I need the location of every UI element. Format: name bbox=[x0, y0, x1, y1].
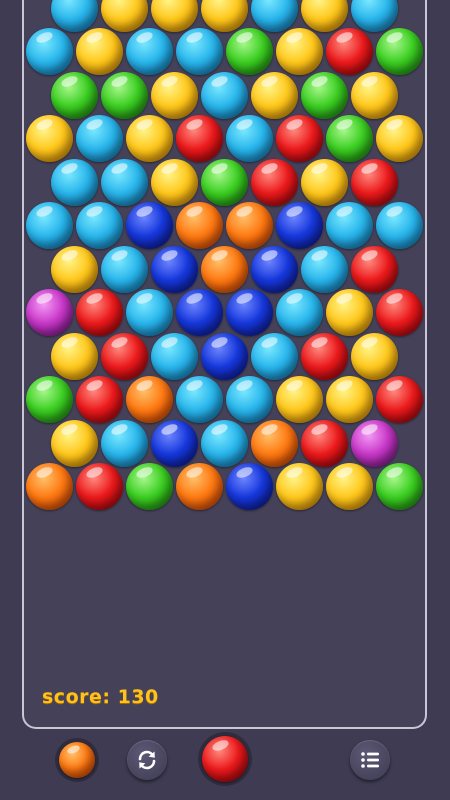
bubble-red bbox=[75, 376, 123, 423]
bubble-blue bbox=[125, 28, 173, 75]
bubble-navy bbox=[125, 202, 173, 249]
bubble-navy bbox=[225, 463, 273, 510]
bubble-orange bbox=[200, 245, 248, 293]
bubble-green bbox=[225, 28, 273, 75]
bubble-blue bbox=[275, 289, 323, 336]
bubble-blue bbox=[250, 332, 298, 380]
bubble-yellow bbox=[150, 71, 198, 119]
bubble-green bbox=[25, 376, 73, 423]
bubble-red bbox=[175, 115, 223, 162]
bubble-orange bbox=[125, 376, 173, 423]
bubble-yellow bbox=[200, 0, 248, 32]
bubble-green bbox=[300, 71, 348, 119]
bubble-orange bbox=[250, 419, 298, 467]
bubble-blue bbox=[225, 115, 273, 162]
bubble-blue bbox=[250, 0, 298, 32]
score-label: score: 130 bbox=[42, 686, 159, 708]
bubble-navy bbox=[200, 332, 248, 380]
bubble-blue bbox=[25, 28, 73, 75]
bubble-yellow bbox=[375, 115, 423, 162]
bubble-blue bbox=[200, 71, 248, 119]
list-menu-icon bbox=[361, 752, 379, 768]
bubble-green bbox=[375, 463, 423, 510]
bubble-yellow bbox=[150, 0, 198, 32]
bubble-green bbox=[375, 28, 423, 75]
current-bubble[interactable] bbox=[202, 736, 248, 782]
bubble-red bbox=[350, 158, 398, 206]
menu-button[interactable] bbox=[350, 740, 390, 780]
bubble-purple bbox=[350, 419, 398, 467]
bubble-yellow bbox=[300, 158, 348, 206]
bubble-blue bbox=[225, 376, 273, 423]
bubble-navy bbox=[175, 289, 223, 336]
bubble-yellow bbox=[300, 0, 348, 32]
bubble-green bbox=[200, 158, 248, 206]
bubble-blue bbox=[100, 158, 148, 206]
bubble-red bbox=[375, 376, 423, 423]
bubble-blue bbox=[350, 0, 398, 32]
bubble-navy bbox=[225, 289, 273, 336]
bubble-red bbox=[75, 289, 123, 336]
bubble-blue bbox=[25, 202, 73, 249]
bubble-navy bbox=[275, 202, 323, 249]
bubble-blue bbox=[325, 202, 373, 249]
bubble-blue bbox=[200, 419, 248, 467]
bubble-blue bbox=[75, 115, 123, 162]
bubble-red bbox=[350, 245, 398, 293]
bubble-red bbox=[325, 28, 373, 75]
bubble-yellow bbox=[250, 71, 298, 119]
bubble-grid[interactable] bbox=[0, 0, 450, 520]
bubble-orange bbox=[175, 463, 223, 510]
bubble-navy bbox=[250, 245, 298, 293]
bubble-yellow bbox=[50, 245, 98, 293]
bubble-yellow bbox=[325, 463, 373, 510]
bubble-yellow bbox=[100, 0, 148, 32]
bubble-blue bbox=[75, 202, 123, 249]
bubble-blue bbox=[100, 419, 148, 467]
bubble-yellow bbox=[50, 419, 98, 467]
bubble-green bbox=[325, 115, 373, 162]
bubble-navy bbox=[150, 419, 198, 467]
bubble-yellow bbox=[150, 158, 198, 206]
next-bubble bbox=[59, 742, 95, 778]
bubble-orange bbox=[225, 202, 273, 249]
bubble-blue bbox=[125, 289, 173, 336]
bubble-yellow bbox=[125, 115, 173, 162]
bubble-green bbox=[125, 463, 173, 510]
bubble-green bbox=[50, 71, 98, 119]
bubble-blue bbox=[50, 0, 98, 32]
bubble-orange bbox=[175, 202, 223, 249]
bubble-red bbox=[250, 158, 298, 206]
bubble-orange bbox=[25, 463, 73, 510]
bubble-navy bbox=[150, 245, 198, 293]
bubble-green bbox=[100, 71, 148, 119]
bubble-red bbox=[275, 115, 323, 162]
bubble-red bbox=[75, 463, 123, 510]
bubble-blue bbox=[300, 245, 348, 293]
bubble-blue bbox=[375, 202, 423, 249]
bubble-yellow bbox=[350, 332, 398, 380]
bubble-yellow bbox=[350, 71, 398, 119]
bubble-red bbox=[100, 332, 148, 380]
bubble-blue bbox=[50, 158, 98, 206]
bubble-yellow bbox=[25, 115, 73, 162]
bubble-yellow bbox=[75, 28, 123, 75]
bubble-blue bbox=[175, 376, 223, 423]
bubble-yellow bbox=[325, 376, 373, 423]
bubble-yellow bbox=[275, 376, 323, 423]
bubble-purple bbox=[25, 289, 73, 336]
bubble-blue bbox=[100, 245, 148, 293]
bubble-red bbox=[300, 419, 348, 467]
bubble-red bbox=[375, 289, 423, 336]
bubble-yellow bbox=[325, 289, 373, 336]
bubble-blue bbox=[175, 28, 223, 75]
bubble-red bbox=[300, 332, 348, 380]
swap-button[interactable] bbox=[127, 740, 167, 780]
swap-arrows-icon bbox=[138, 750, 156, 770]
bubble-yellow bbox=[275, 463, 323, 510]
bubble-yellow bbox=[275, 28, 323, 75]
bubble-blue bbox=[150, 332, 198, 380]
bubble-yellow bbox=[50, 332, 98, 380]
